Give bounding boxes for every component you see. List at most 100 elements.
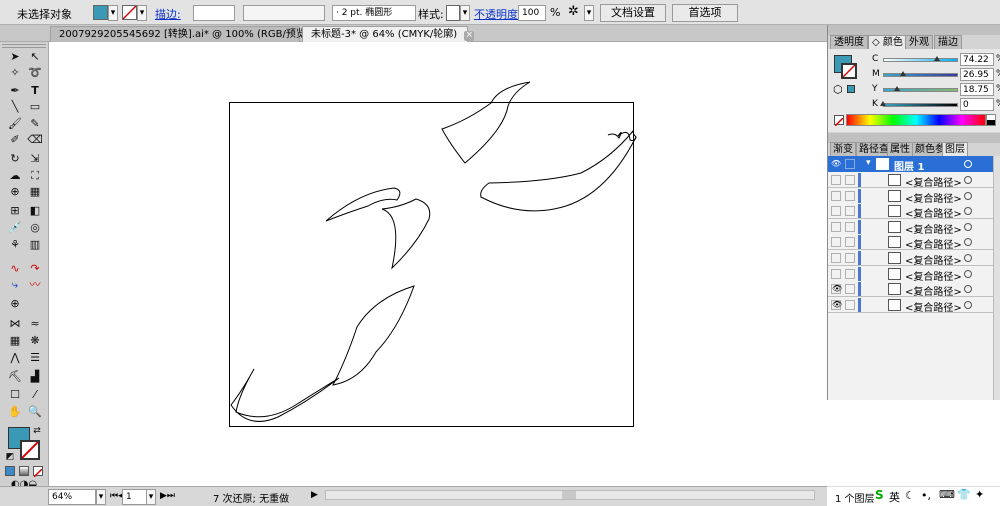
visibility-eye-icon[interactable] <box>831 175 841 185</box>
artboard-nav-next-last-icon[interactable]: ▶⏭ <box>160 491 175 501</box>
ime-english-icon[interactable]: 英 <box>889 489 900 505</box>
visibility-eye-icon[interactable] <box>831 253 841 263</box>
stroke-color-swatch[interactable] <box>122 5 137 20</box>
none-color-icon[interactable] <box>834 115 844 127</box>
target-circle-icon[interactable] <box>964 176 972 184</box>
tab-layers[interactable]: 图层 <box>942 142 968 156</box>
lock-toggle[interactable] <box>845 190 855 201</box>
target-circle-icon[interactable] <box>964 269 972 278</box>
symbol-sprayer-tool-icon[interactable]: ⚘ <box>6 238 24 253</box>
variable-width-field[interactable] <box>243 5 325 21</box>
scrollbar-thumb[interactable] <box>562 491 576 499</box>
type-tool-icon[interactable]: T <box>26 84 44 99</box>
curvature-tool-icon[interactable]: ↷ <box>26 262 44 277</box>
swap-colors-icon[interactable]: ⇄ <box>31 424 43 439</box>
visibility-eye-icon[interactable]: 👁 <box>831 284 842 295</box>
envelope-tool-icon[interactable]: ⋈ <box>6 317 24 332</box>
lock-toggle[interactable] <box>845 253 855 263</box>
shape-swoosh-right[interactable] <box>480 129 637 212</box>
layer-row[interactable]: <复合路径> <box>828 203 993 220</box>
tab-attributes[interactable]: 属性 <box>887 142 913 156</box>
document-setup-button[interactable]: 文档设置 <box>600 4 666 22</box>
ime-punctuation-icon[interactable]: •, <box>921 489 931 502</box>
layer-row[interactable]: <复合路径> <box>828 218 993 236</box>
slice-tool-icon[interactable]: ⁄ <box>26 388 44 403</box>
isolate-dropdown[interactable]: ▾ <box>584 5 594 21</box>
lock-toggle[interactable] <box>845 206 855 217</box>
pen-tool-icon[interactable]: ✒ <box>6 84 24 99</box>
ime-user-icon[interactable]: 👕 <box>957 488 971 501</box>
column-graph-tool-icon[interactable]: ▥ <box>26 238 44 253</box>
layer-row[interactable]: <复合路径> <box>828 234 993 251</box>
line-tool-icon[interactable]: ╲ <box>6 100 24 115</box>
stroke-swatch[interactable] <box>20 440 40 460</box>
visibility-eye-icon[interactable] <box>831 268 841 279</box>
graph-tool-icon[interactable]: ▟ <box>26 370 44 385</box>
blend-tool-icon[interactable]: ◎ <box>26 221 44 236</box>
artboard-number-dropdown[interactable]: ▾ <box>146 489 156 505</box>
blob-brush-tool-icon[interactable]: ✐ <box>6 133 24 148</box>
visibility-eye-icon[interactable] <box>831 206 841 217</box>
scale-tool-icon[interactable]: ⇲ <box>26 152 44 167</box>
ime-moon-icon[interactable]: ☾ <box>905 489 915 502</box>
preferences-button[interactable]: 首选项 <box>672 4 738 22</box>
tab-appearance[interactable]: 外观 <box>905 35 933 49</box>
smooth-tool-icon[interactable]: 〰 <box>26 278 44 293</box>
gradient-tool-icon[interactable]: ◧ <box>26 204 44 219</box>
color-panel-stroke-swatch[interactable] <box>841 63 857 79</box>
tab-document-2[interactable]: 未标题-3* @ 64% (CMYK/轮廓) × <box>302 26 475 42</box>
layer-row[interactable]: <复合路径> <box>828 265 993 283</box>
lock-toggle[interactable] <box>845 175 855 185</box>
color-mode-icon[interactable] <box>5 466 15 476</box>
mesh-tool-icon[interactable]: ⊞ <box>6 204 24 219</box>
slider-magenta[interactable]: M 26.95 % <box>872 68 1000 83</box>
pencil-tool-icon[interactable]: ✎ <box>26 117 44 132</box>
shape-swoosh-right-tip[interactable] <box>607 131 637 142</box>
magic-wand-tool-icon[interactable]: ✧ <box>6 66 24 81</box>
color-spectrum-bar[interactable] <box>846 114 986 126</box>
eyedropper-tool-icon[interactable]: 💉 <box>6 221 24 236</box>
target-circle-icon[interactable] <box>964 285 972 294</box>
fill-color-swatch[interactable] <box>93 5 108 20</box>
isolate-icon[interactable]: ✲ <box>568 4 579 19</box>
artwork-outlines[interactable] <box>49 42 827 486</box>
visibility-eye-icon[interactable] <box>831 237 841 248</box>
shape-bottom-swoosh[interactable] <box>230 368 340 422</box>
rotate-tool-icon[interactable]: ↻ <box>6 152 24 167</box>
black-white-swatch[interactable] <box>986 114 996 126</box>
stroke-dropdown[interactable]: ▾ <box>137 5 147 21</box>
rectangle-tool-icon[interactable]: ▭ <box>26 100 44 115</box>
grid-tool-icon[interactable]: ▦ <box>6 334 24 349</box>
align-tool-icon[interactable]: ☰ <box>26 351 44 366</box>
shape-bottom-blade[interactable] <box>332 285 415 386</box>
tab-stroke[interactable]: 描边 <box>934 35 962 49</box>
layer-row[interactable]: 👁 <复合路径> <box>828 296 993 314</box>
layer-row-top[interactable]: 👁 ▾ 图层 1 <box>828 156 993 173</box>
shape-builder-tool-icon[interactable]: ⊕ <box>6 185 24 200</box>
layer-row[interactable]: <复合路径> <box>828 172 993 189</box>
black-slider-track[interactable] <box>883 103 958 107</box>
eraser-tool-icon[interactable]: ⌫ <box>26 133 44 148</box>
gradient-mode-icon[interactable] <box>19 466 29 476</box>
brush-definition-field[interactable]: · 2 pt. 椭圆形 <box>332 5 416 21</box>
none-mode-icon[interactable] <box>33 466 43 478</box>
stroke-link[interactable]: 描边: <box>155 6 181 22</box>
slider-black[interactable]: K 0 % <box>872 98 1000 113</box>
warp-tool-icon[interactable]: ☁ <box>6 169 24 184</box>
close-icon[interactable]: × <box>464 31 475 41</box>
selection-tool-icon[interactable]: ➤ <box>6 50 24 65</box>
perspective-grid-tool-icon[interactable]: ▦ <box>26 185 44 200</box>
crystallize-tool-icon[interactable]: ❋ <box>26 334 44 349</box>
ime-keyboard-icon[interactable]: ⌨ <box>939 488 955 501</box>
canvas-workspace[interactable] <box>49 42 827 486</box>
magenta-value-field[interactable]: 26.95 <box>960 68 994 81</box>
out-of-gamut-icon[interactable]: ⬡ <box>833 83 843 96</box>
target-circle-icon[interactable] <box>964 238 972 247</box>
tools-grip[interactable] <box>2 44 46 48</box>
lock-toggle[interactable] <box>845 284 855 295</box>
shape-top-arc[interactable] <box>441 81 531 164</box>
zoom-field[interactable]: 64% <box>48 489 96 505</box>
slider-thumb[interactable] <box>880 101 886 106</box>
layer-row[interactable]: 👁 <复合路径> <box>828 281 993 298</box>
visibility-eye-icon[interactable] <box>831 190 841 201</box>
